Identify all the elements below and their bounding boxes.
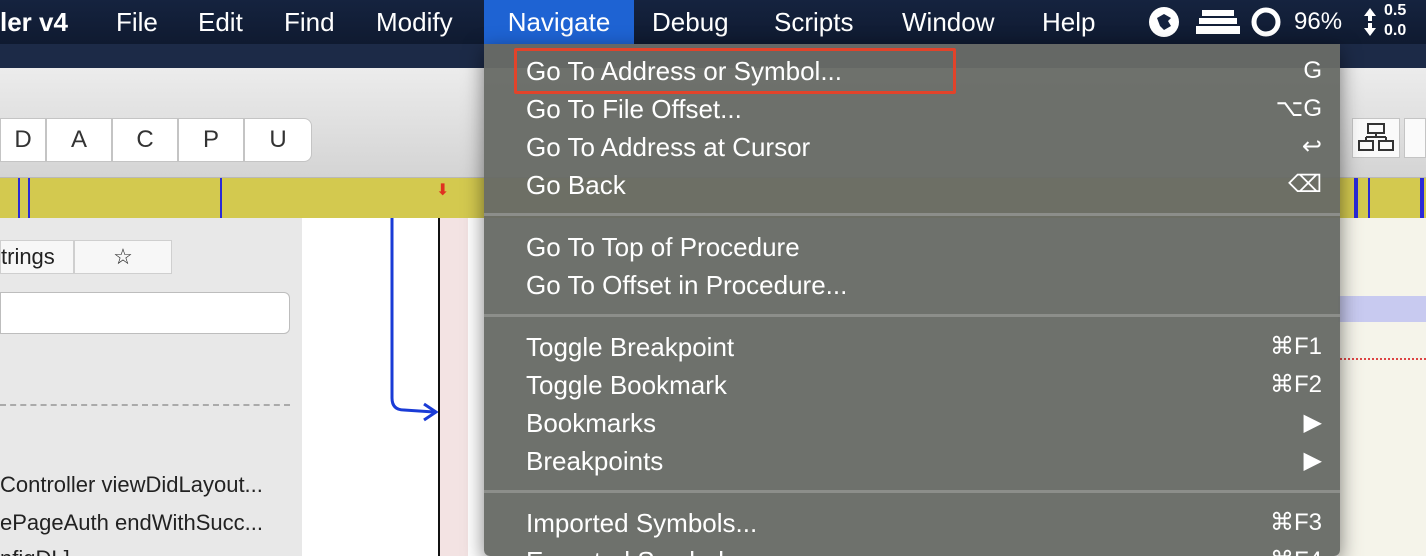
info-button[interactable] [1404, 118, 1426, 158]
menu-item-label: Go Back [526, 170, 626, 200]
segment-d[interactable]: D [0, 118, 46, 162]
menu-item-label: Go To Offset in Procedure... [526, 270, 848, 300]
return-key-icon: ↩ [1301, 133, 1322, 160]
nav-marker [28, 178, 30, 218]
delete-key-icon: ⌫ [1288, 171, 1322, 198]
menu-item-label: Breakpoints [526, 446, 664, 476]
nav-marker [1354, 178, 1358, 218]
menu-item-go-to-top-of-procedure[interactable]: Go To Top of Procedure [484, 228, 1340, 266]
menu-item-label: Toggle Breakpoint [526, 332, 735, 362]
menu-item-toggle-bookmark[interactable]: Toggle Bookmark ⌘F2 [484, 366, 1340, 404]
selected-line[interactable] [1338, 296, 1426, 322]
menu-modify[interactable]: Modify [366, 0, 463, 44]
menu-edit[interactable]: Edit [188, 0, 253, 44]
list-item[interactable]: nfigDL] [0, 546, 70, 556]
menu-file[interactable]: File [106, 0, 168, 44]
stack-icon[interactable] [1196, 8, 1240, 40]
cursor-arrow-icon: ⬇ [436, 182, 450, 199]
navigate-menu: Go To Address or Symbol... G Go To File … [484, 44, 1340, 556]
shortcut-label: ⌘F3 [1269, 509, 1322, 536]
net-up-rate: 0.5 [1384, 2, 1407, 19]
breakpoint-gutter[interactable] [438, 218, 468, 556]
net-down-rate: 0.0 [1384, 22, 1407, 39]
nav-marker [18, 178, 20, 218]
shortcut-label: ⌘F2 [1269, 371, 1322, 398]
menu-item-toggle-breakpoint[interactable]: Toggle Breakpoint ⌘F1 [484, 328, 1340, 366]
up-down-arrows-icon [1362, 6, 1378, 38]
battery-ring-icon[interactable] [1250, 6, 1282, 38]
menu-separator [484, 314, 1340, 317]
menu-navigate[interactable]: Navigate [484, 0, 634, 44]
menu-item-go-to-file-offset[interactable]: Go To File Offset... ⌥G [484, 90, 1340, 128]
shortcut-label: ⌘F4 [1270, 542, 1322, 556]
list-item[interactable]: Controller viewDidLayout... [0, 472, 263, 498]
shield-icon[interactable] [1148, 6, 1180, 38]
menu-item-exported-symbols[interactable]: Exported Symbols... ⌘F4 [484, 542, 1340, 556]
nav-marker [1368, 178, 1370, 218]
submenu-arrow-icon: ▶ [1303, 447, 1322, 474]
menu-separator [484, 490, 1340, 493]
list-item[interactable] [0, 404, 290, 414]
segment-a[interactable]: A [46, 118, 112, 162]
segment-c[interactable]: C [112, 118, 178, 162]
list-item[interactable]: ePageAuth endWithSucc... [0, 510, 263, 536]
search-input[interactable] [0, 292, 290, 334]
sidebar: trings ☆ Controller viewDidLayout... ePa… [0, 218, 302, 556]
annotation-highlight-box [514, 48, 956, 94]
dotted-separator [1340, 358, 1426, 360]
segment-u[interactable]: U [244, 118, 312, 162]
nav-marker [220, 178, 222, 218]
battery-percent: 96% [1294, 8, 1343, 35]
menu-item-go-back[interactable]: Go Back ⌫ [484, 166, 1340, 204]
menu-item-imported-symbols[interactable]: Imported Symbols... ⌘F3 [484, 504, 1340, 542]
shortcut-label: G [1303, 57, 1322, 84]
menu-item-label: Toggle Bookmark [526, 370, 727, 400]
star-icon: ☆ [113, 244, 133, 269]
menu-item-label: Bookmarks [526, 408, 657, 438]
shortcut-label: ⌘F1 [1269, 333, 1322, 360]
menu-item-go-to-offset-in-procedure[interactable]: Go To Offset in Procedure... [484, 266, 1340, 304]
menu-item-go-to-address-at-cursor[interactable]: Go To Address at Cursor ↩ [484, 128, 1340, 166]
shortcut-label: ⌥G [1275, 95, 1322, 122]
menu-debug[interactable]: Debug [642, 0, 739, 44]
segment-p[interactable]: P [178, 118, 244, 162]
menu-find[interactable]: Find [274, 0, 345, 44]
tab-bookmarks[interactable]: ☆ [74, 240, 172, 274]
submenu-arrow-icon: ▶ [1303, 409, 1322, 436]
menu-window[interactable]: Window [892, 0, 1004, 44]
tab-strings[interactable]: trings [0, 240, 74, 274]
nav-marker [1420, 178, 1424, 218]
flowchart-icon [1358, 123, 1394, 151]
menu-item-label: Imported Symbols... [526, 508, 758, 538]
flowchart-button[interactable] [1352, 118, 1400, 158]
menu-help[interactable]: Help [1032, 0, 1105, 44]
menu-item-label: Exported Symbols... [526, 542, 759, 556]
menu-separator [484, 213, 1340, 216]
menu-item-breakpoints[interactable]: Breakpoints ▶ [484, 442, 1340, 480]
menu-bar: ler v4 File Edit Find Modify Navigate De… [0, 0, 1426, 44]
menu-item-bookmarks[interactable]: Bookmarks ▶ [484, 404, 1340, 442]
menu-item-label: Go To Top of Procedure [526, 232, 800, 262]
menu-item-label: Go To Address at Cursor [526, 132, 811, 162]
menu-item-label: Go To File Offset... [526, 94, 742, 124]
menu-scripts[interactable]: Scripts [764, 0, 863, 44]
right-code-panel [1338, 218, 1426, 556]
app-title-menu[interactable]: ler v4 [0, 0, 68, 44]
